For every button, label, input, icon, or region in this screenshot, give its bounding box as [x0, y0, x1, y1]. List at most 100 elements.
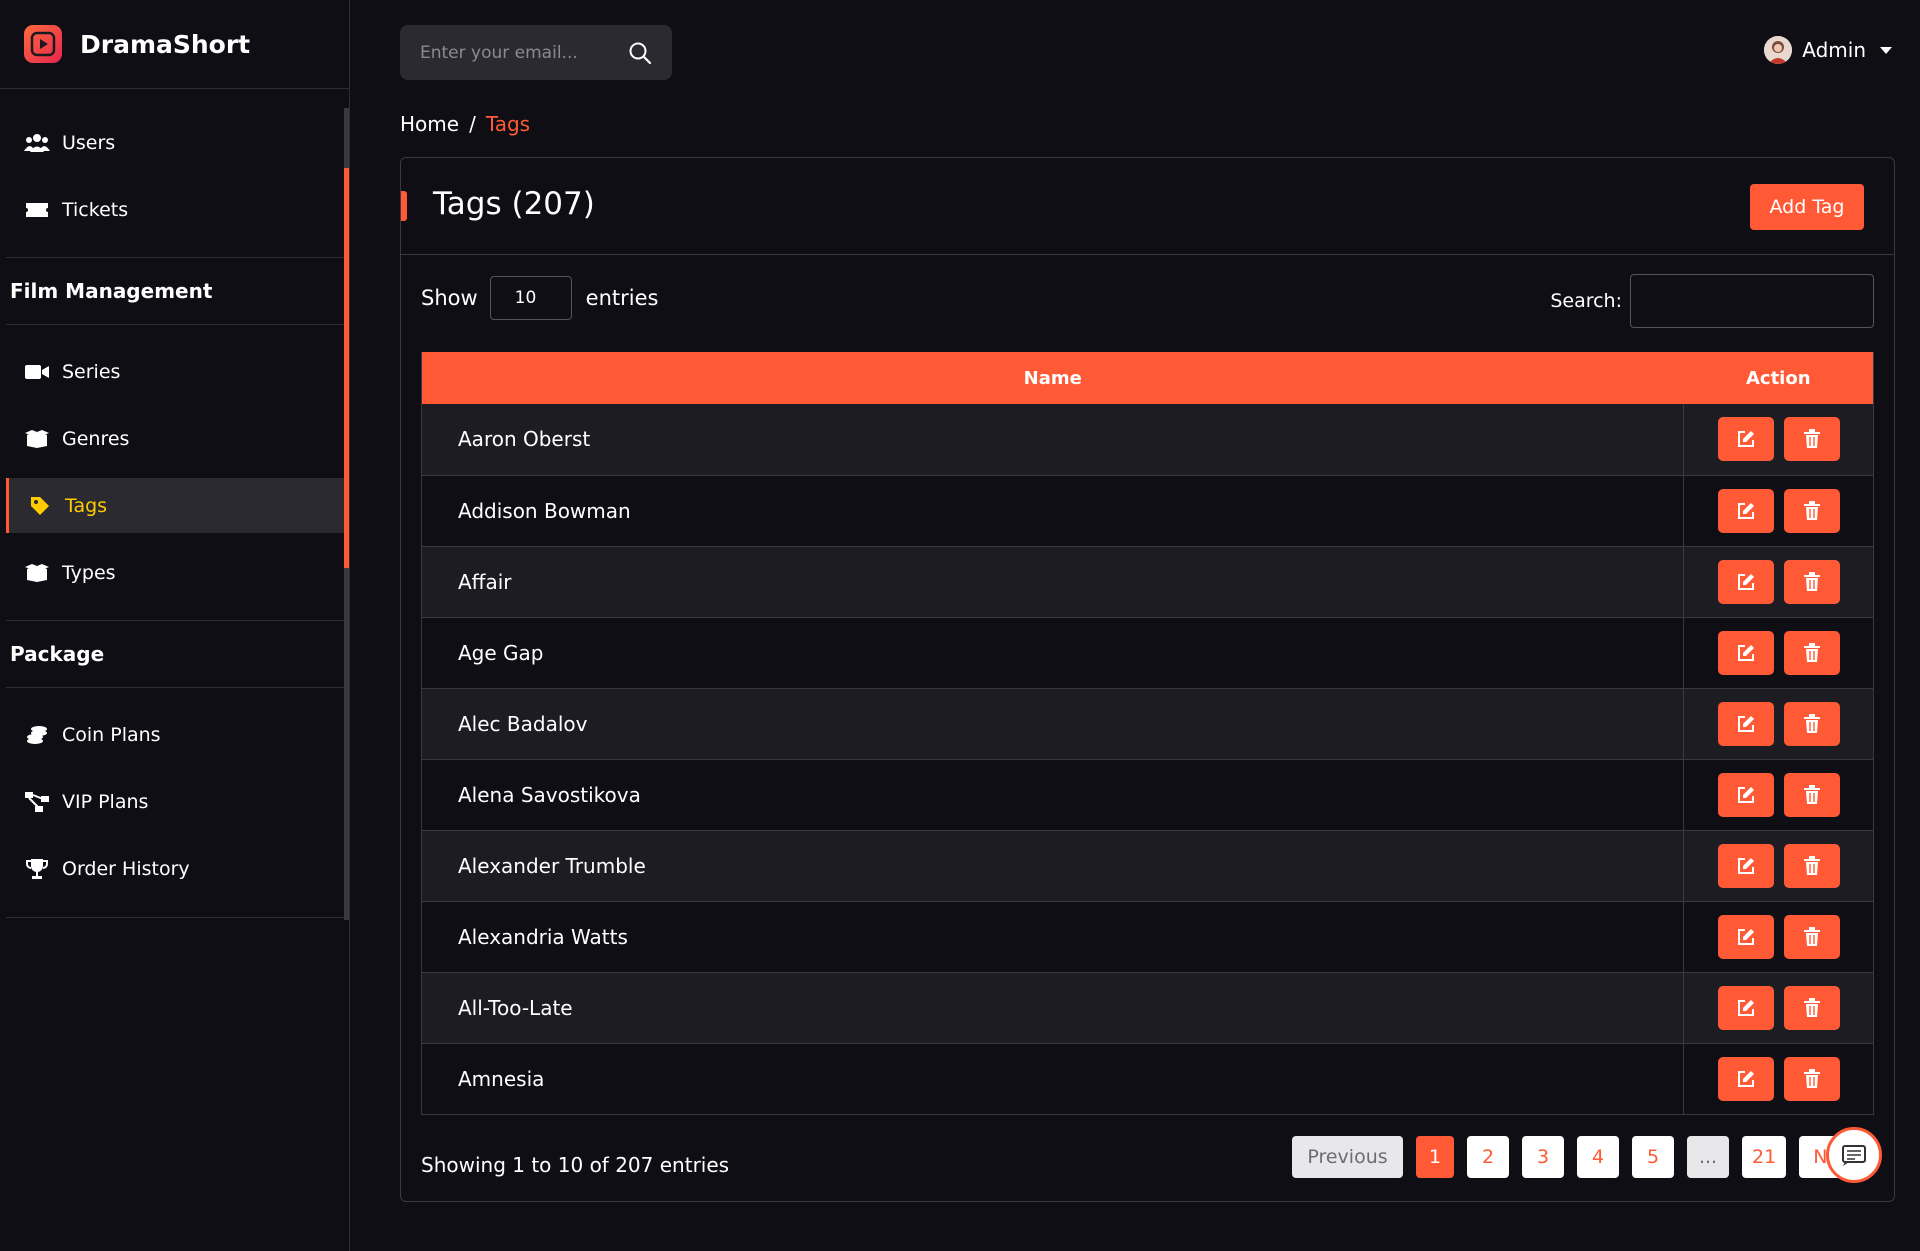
pagination-ellipsis: ...: [1687, 1136, 1729, 1178]
edit-icon: [1736, 856, 1756, 876]
sidebar-item-label: Genres: [62, 427, 130, 450]
tags-card: Tags (207) Add Tag Show 10 entries Searc…: [400, 157, 1895, 1202]
delete-button[interactable]: [1783, 843, 1840, 888]
trash-icon: [1803, 997, 1821, 1018]
tag-name-cell: Addison Bowman: [421, 475, 1684, 546]
sidebar-item-label: Types: [62, 561, 116, 584]
divider: [6, 620, 344, 621]
pagination-page[interactable]: 4: [1577, 1136, 1619, 1178]
table-info: Showing 1 to 10 of 207 entries: [421, 1153, 730, 1177]
delete-button[interactable]: [1783, 701, 1840, 746]
delete-button[interactable]: [1783, 985, 1840, 1030]
pagination: Previous 1 2 3 4 5 ... 21 N: [1292, 1136, 1860, 1178]
edit-button[interactable]: [1717, 559, 1774, 604]
breadcrumb-home[interactable]: Home: [400, 112, 459, 136]
table-row: Affair: [421, 546, 1874, 617]
edit-button[interactable]: [1717, 772, 1774, 817]
edit-icon: [1736, 998, 1756, 1018]
edit-icon: [1736, 501, 1756, 521]
sidebar-item-label: Users: [62, 131, 116, 154]
sidebar-item-label: Coin Plans: [62, 723, 161, 746]
sidebar-item-label: Tickets: [62, 198, 129, 221]
sidebar-item-label: Series: [62, 360, 121, 383]
table-row: Amnesia: [421, 1043, 1874, 1114]
delete-button[interactable]: [1783, 630, 1840, 675]
trash-icon: [1803, 1068, 1821, 1089]
divider: [6, 917, 344, 918]
divider: [6, 257, 344, 258]
delete-button[interactable]: [1783, 914, 1840, 959]
column-header-name[interactable]: Name: [422, 352, 1684, 404]
edit-button[interactable]: [1717, 914, 1774, 959]
sidebar-item-tags[interactable]: Tags: [6, 478, 344, 533]
edit-icon: [1736, 429, 1756, 449]
pagination-page[interactable]: 21: [1742, 1136, 1787, 1178]
edit-icon: [1736, 927, 1756, 947]
action-cell: [1684, 972, 1874, 1043]
sidebar-scrollbar[interactable]: [344, 108, 349, 920]
sidebar-item-coin-plans[interactable]: Coin Plans: [6, 707, 344, 762]
table-search: Search:: [1550, 274, 1874, 328]
user-menu[interactable]: Admin: [1764, 36, 1892, 64]
edit-icon: [1736, 714, 1756, 734]
delete-button[interactable]: [1783, 488, 1840, 533]
delete-button[interactable]: [1783, 559, 1840, 604]
top-search: [400, 25, 672, 80]
action-cell: [1684, 617, 1874, 688]
edit-button[interactable]: [1717, 630, 1774, 675]
pagination-page[interactable]: 3: [1522, 1136, 1564, 1178]
box-icon: [24, 428, 50, 450]
pagination-previous[interactable]: Previous: [1292, 1136, 1403, 1178]
tags-table: Name Action Aaron Oberst Addison Bowman Af…: [421, 352, 1874, 1115]
brand[interactable]: DramaShort: [0, 0, 349, 89]
delete-button[interactable]: [1783, 772, 1840, 817]
card-header: Tags (207) Add Tag: [401, 158, 1894, 255]
edit-button[interactable]: [1717, 843, 1774, 888]
trash-icon: [1803, 713, 1821, 734]
edit-icon: [1736, 643, 1756, 663]
coins-icon: [24, 724, 50, 746]
tag-name-cell: Alexandria Watts: [421, 901, 1684, 972]
search-icon[interactable]: [628, 41, 652, 65]
action-cell: [1684, 830, 1874, 901]
sidebar-item-order-history[interactable]: Order History: [6, 841, 344, 896]
edit-icon: [1736, 785, 1756, 805]
edit-button[interactable]: [1717, 1056, 1774, 1101]
table-header-row: Name Action: [421, 352, 1874, 404]
video-icon: [24, 361, 50, 383]
search-label: Search:: [1550, 290, 1622, 312]
table-search-input[interactable]: [1630, 274, 1874, 328]
action-cell: [1684, 546, 1874, 617]
table-row: Alexandria Watts: [421, 901, 1874, 972]
pagination-page[interactable]: 1: [1416, 1136, 1454, 1178]
delete-button[interactable]: [1783, 1056, 1840, 1101]
floating-chat-button[interactable]: [1826, 1127, 1882, 1183]
sidebar-item-types[interactable]: Types: [6, 545, 344, 600]
action-cell: [1684, 759, 1874, 830]
brand-name: DramaShort: [80, 29, 251, 59]
sidebar-item-genres[interactable]: Genres: [6, 411, 344, 466]
tag-icon: [27, 495, 53, 517]
action-cell: [1684, 688, 1874, 759]
pagination-page[interactable]: 2: [1467, 1136, 1509, 1178]
pagination-page[interactable]: 5: [1632, 1136, 1674, 1178]
users-icon: [24, 132, 50, 154]
sidebar-item-series[interactable]: Series: [6, 344, 344, 399]
tag-name-cell: Alec Badalov: [421, 688, 1684, 759]
sidebar-item-vip-plans[interactable]: VIP Plans: [6, 774, 344, 829]
trash-icon: [1803, 855, 1821, 876]
edit-button[interactable]: [1717, 985, 1774, 1030]
edit-button[interactable]: [1717, 417, 1774, 462]
page-title: Tags (207): [433, 186, 595, 222]
trash-icon: [1803, 784, 1821, 805]
search-input[interactable]: [420, 42, 620, 63]
add-tag-button[interactable]: Add Tag: [1750, 184, 1864, 230]
trash-icon: [1803, 429, 1821, 449]
edit-button[interactable]: [1717, 701, 1774, 746]
trash-icon: [1803, 926, 1821, 947]
edit-button[interactable]: [1717, 488, 1774, 533]
entries-select[interactable]: 10: [489, 276, 572, 320]
sidebar-item-tickets[interactable]: Tickets: [6, 182, 344, 237]
sidebar-item-users[interactable]: Users: [6, 115, 344, 170]
delete-button[interactable]: [1783, 417, 1840, 462]
